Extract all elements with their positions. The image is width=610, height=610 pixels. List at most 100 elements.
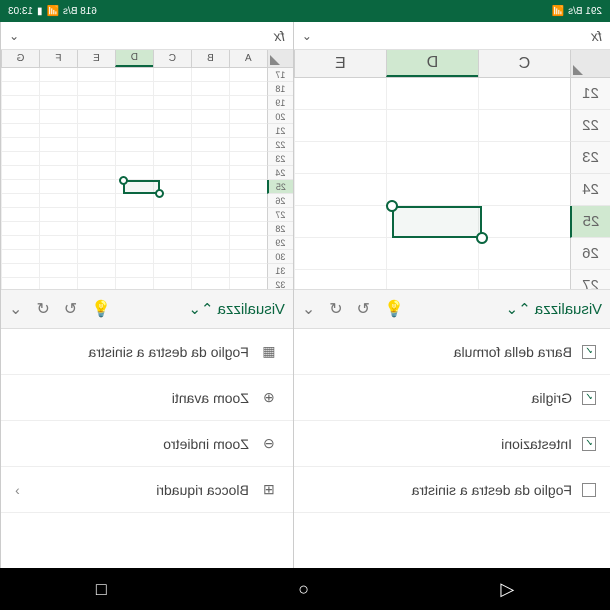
- cell[interactable]: [294, 238, 386, 270]
- cell[interactable]: [229, 152, 267, 166]
- cell[interactable]: [153, 68, 191, 82]
- cell[interactable]: [115, 82, 153, 96]
- home-button[interactable]: ○: [298, 579, 309, 600]
- cell[interactable]: [39, 180, 77, 194]
- cell[interactable]: [191, 180, 229, 194]
- cell[interactable]: [77, 82, 115, 96]
- cell[interactable]: [153, 82, 191, 96]
- recent-button[interactable]: □: [96, 579, 107, 600]
- cell[interactable]: [77, 166, 115, 180]
- cell[interactable]: [1, 194, 39, 208]
- cell[interactable]: [115, 236, 153, 250]
- col-header[interactable]: F: [39, 50, 77, 67]
- row-header[interactable]: 29: [267, 236, 293, 250]
- cell[interactable]: [153, 166, 191, 180]
- lightbulb-icon[interactable]: 💡: [384, 299, 404, 319]
- cell[interactable]: [386, 110, 478, 142]
- cell[interactable]: [191, 82, 229, 96]
- cell[interactable]: [386, 206, 478, 238]
- cell[interactable]: [39, 166, 77, 180]
- cell[interactable]: [478, 238, 570, 270]
- cell[interactable]: [77, 138, 115, 152]
- cell[interactable]: [386, 142, 478, 174]
- cell[interactable]: [294, 174, 386, 206]
- cell[interactable]: [1, 138, 39, 152]
- cell[interactable]: [39, 96, 77, 110]
- redo-icon[interactable]: ↻: [64, 299, 77, 319]
- row-header[interactable]: 20: [267, 110, 293, 124]
- cell[interactable]: [191, 138, 229, 152]
- cell[interactable]: [39, 264, 77, 278]
- checkbox-icon[interactable]: [582, 483, 596, 497]
- cell[interactable]: [39, 278, 77, 289]
- row-header[interactable]: 22: [570, 110, 610, 142]
- row-header[interactable]: 24: [570, 174, 610, 206]
- fx-icon[interactable]: fx: [274, 28, 285, 44]
- cell[interactable]: [77, 264, 115, 278]
- cell[interactable]: [229, 278, 267, 289]
- cell[interactable]: [77, 110, 115, 124]
- cell[interactable]: [294, 206, 386, 238]
- row-header[interactable]: 19: [267, 96, 293, 110]
- select-all-corner[interactable]: [267, 50, 293, 67]
- row-header[interactable]: 25: [267, 180, 293, 194]
- cell[interactable]: [191, 194, 229, 208]
- chevron-down-icon[interactable]: ⌄: [9, 299, 22, 319]
- menu-item[interactable]: Foglio da destra a sinistra: [294, 467, 610, 513]
- row-header[interactable]: 31: [267, 264, 293, 278]
- col-header[interactable]: C: [153, 50, 191, 67]
- cell[interactable]: [77, 250, 115, 264]
- fx-icon[interactable]: fx: [591, 28, 602, 44]
- cell[interactable]: [1, 166, 39, 180]
- row-header[interactable]: 24: [267, 166, 293, 180]
- cell[interactable]: [478, 142, 570, 174]
- cell[interactable]: [153, 138, 191, 152]
- cell[interactable]: [153, 180, 191, 194]
- menu-item[interactable]: ⊕Zoom avanti: [1, 375, 293, 421]
- undo-icon[interactable]: ↺: [329, 299, 342, 319]
- checkbox-icon[interactable]: ✓: [582, 345, 596, 359]
- tab-visualizza[interactable]: Visualizza ⌃⌄: [188, 300, 284, 318]
- cell[interactable]: [191, 208, 229, 222]
- cell[interactable]: [115, 194, 153, 208]
- cell[interactable]: [1, 264, 39, 278]
- cell[interactable]: [1, 208, 39, 222]
- cell[interactable]: [115, 166, 153, 180]
- cell[interactable]: [115, 68, 153, 82]
- cell[interactable]: [39, 152, 77, 166]
- cell[interactable]: [115, 250, 153, 264]
- menu-item[interactable]: ✓Intestazioni: [294, 421, 610, 467]
- cell[interactable]: [115, 222, 153, 236]
- cell[interactable]: [1, 82, 39, 96]
- cell[interactable]: [39, 236, 77, 250]
- cell[interactable]: [229, 264, 267, 278]
- cell[interactable]: [191, 110, 229, 124]
- cell[interactable]: [229, 166, 267, 180]
- cell[interactable]: [1, 236, 39, 250]
- cell[interactable]: [229, 194, 267, 208]
- cell[interactable]: [39, 82, 77, 96]
- row-header[interactable]: 32: [267, 278, 293, 289]
- cell[interactable]: [229, 222, 267, 236]
- cell[interactable]: [39, 208, 77, 222]
- row-header[interactable]: 27: [267, 208, 293, 222]
- cell[interactable]: [77, 278, 115, 289]
- cell[interactable]: [115, 110, 153, 124]
- cell[interactable]: [39, 124, 77, 138]
- cell[interactable]: [77, 222, 115, 236]
- cell[interactable]: [153, 152, 191, 166]
- cell[interactable]: [1, 180, 39, 194]
- checkbox-icon[interactable]: ✓: [582, 437, 596, 451]
- cell[interactable]: [478, 78, 570, 110]
- cell[interactable]: [77, 194, 115, 208]
- cell[interactable]: [115, 138, 153, 152]
- select-all-corner[interactable]: [570, 50, 610, 77]
- chevron-down-icon[interactable]: ⌄: [302, 299, 315, 319]
- cell[interactable]: [1, 278, 39, 289]
- row-header[interactable]: 26: [570, 238, 610, 270]
- cell[interactable]: [77, 152, 115, 166]
- cell[interactable]: [191, 96, 229, 110]
- cell[interactable]: [153, 264, 191, 278]
- col-header[interactable]: A: [229, 50, 267, 67]
- cell[interactable]: [386, 78, 478, 110]
